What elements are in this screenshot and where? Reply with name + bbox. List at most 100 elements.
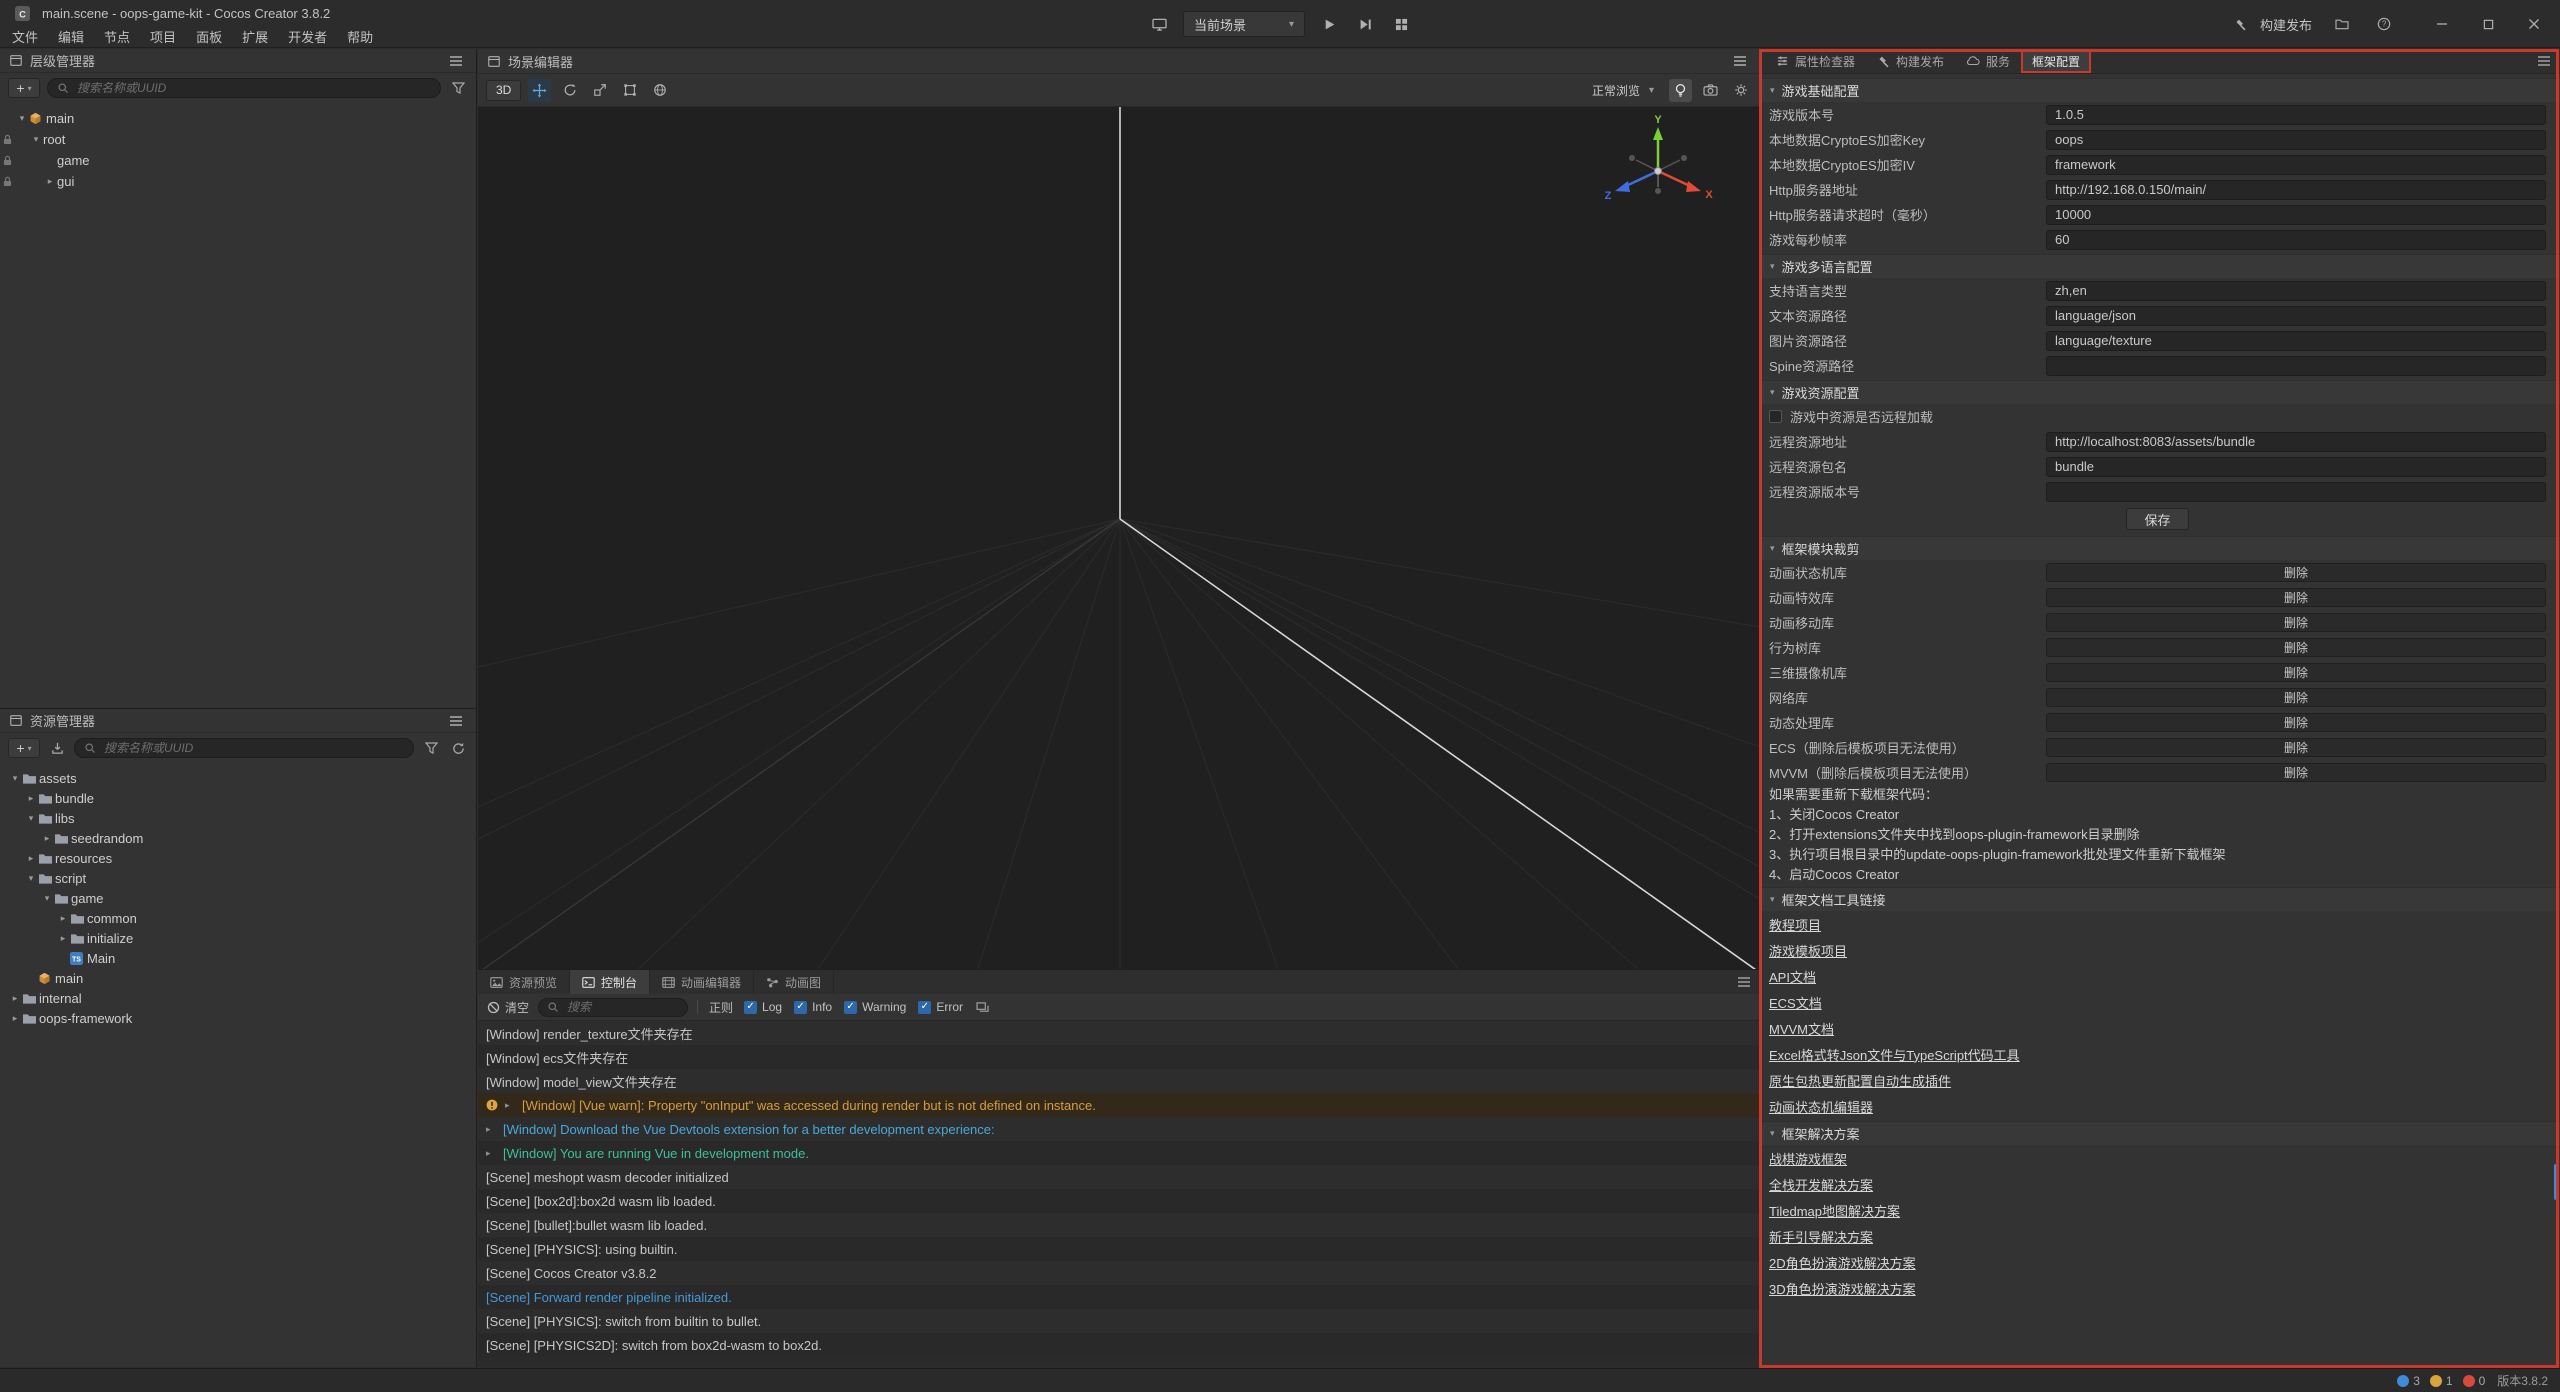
play-button[interactable] [1317, 12, 1341, 36]
console-tab[interactable]: 动画编辑器 [650, 970, 754, 994]
doc-link[interactable]: 3D角色扮演游戏解决方案 [1769, 1279, 1916, 1298]
console-row[interactable]: [Scene] [PHYSICS]: using builtin. [478, 1237, 1760, 1261]
rect-tool-icon[interactable] [618, 79, 641, 102]
expander-arrow[interactable]: ▾ [29, 134, 43, 145]
hierarchy-node[interactable]: ▾root [0, 129, 476, 150]
property-value-input[interactable]: 1.0.5 [2046, 105, 2546, 125]
doc-link[interactable]: MVVM文档 [1769, 1019, 1834, 1038]
doc-link[interactable]: API文档 [1769, 967, 1816, 986]
console-row[interactable]: [Scene] [bullet]:bullet wasm lib loaded. [478, 1213, 1760, 1237]
menu-item[interactable]: 文件 [2, 27, 48, 46]
asset-node[interactable]: ▾assets [0, 768, 476, 788]
panel-menu-icon[interactable] [444, 49, 468, 73]
remote-load-checkbox[interactable] [1769, 410, 1782, 423]
save-button[interactable]: 保存 [2126, 508, 2188, 530]
doc-link[interactable]: Excel格式转Json文件与TypeScript代码工具 [1769, 1045, 2020, 1064]
property-value-input[interactable] [2046, 356, 2546, 376]
inspector-section-header[interactable]: ▾游戏基础配置 [1761, 78, 2560, 102]
expander-arrow[interactable]: ▸ [8, 993, 22, 1004]
expander-arrow[interactable]: ▸ [40, 833, 54, 844]
import-icon[interactable] [47, 738, 67, 758]
project-folder-icon[interactable] [2330, 12, 2354, 36]
regex-toggle[interactable]: 正则 [707, 999, 735, 1016]
property-value-input[interactable]: 60 [2046, 230, 2546, 250]
inspector-tab[interactable]: 构建发布 [1866, 49, 1955, 73]
inspector-section-header[interactable]: ▾框架文档工具链接 [1761, 887, 2560, 911]
status-count-error[interactable]: 0 [2463, 1374, 2486, 1388]
delete-button[interactable]: 删除 [2046, 588, 2546, 607]
clear-console-button[interactable]: 清空 [487, 999, 529, 1016]
asset-node[interactable]: ▾libs [0, 808, 476, 828]
console-row[interactable]: [Scene] Forward render pipeline initiali… [478, 1285, 1760, 1309]
panel-menu-icon[interactable] [1728, 49, 1752, 73]
preview-platform-icon[interactable] [1147, 12, 1171, 36]
light-icon[interactable] [1669, 79, 1692, 102]
console-tab[interactable]: 资源预览 [478, 970, 570, 994]
doc-link[interactable]: 游戏模板项目 [1769, 941, 1847, 960]
refresh-icon[interactable] [448, 738, 468, 758]
hierarchy-node[interactable]: ▸gui [0, 171, 476, 192]
asset-node[interactable]: ▸common [0, 908, 476, 928]
delete-button[interactable]: 删除 [2046, 688, 2546, 707]
console-row[interactable]: [Scene] [PHYSICS2D]: switch from box2d-w… [478, 1333, 1760, 1357]
doc-link[interactable]: 新手引导解决方案 [1769, 1227, 1873, 1246]
property-value-input[interactable]: language/json [2046, 306, 2546, 326]
menu-item[interactable]: 面板 [186, 27, 232, 46]
expander-arrow[interactable]: ▾ [15, 113, 29, 124]
expand-arrow[interactable]: ▸ [486, 1148, 498, 1159]
step-button[interactable] [1353, 12, 1377, 36]
console-search-box[interactable] [538, 998, 688, 1017]
asset-node[interactable]: ▸internal [0, 988, 476, 1008]
property-value-input[interactable]: http://192.168.0.150/main/ [2046, 180, 2546, 200]
console-row[interactable]: [Scene] Cocos Creator v3.8.2 [478, 1261, 1760, 1285]
doc-link[interactable]: 原生包热更新配置自动生成插件 [1769, 1071, 1951, 1090]
doc-link[interactable]: 全栈开发解决方案 [1769, 1175, 1873, 1194]
filter-icon[interactable] [421, 738, 441, 758]
inspector-section-header[interactable]: ▾框架解决方案 [1761, 1121, 2560, 1145]
menu-item[interactable]: 帮助 [337, 27, 383, 46]
hierarchy-node[interactable]: game [0, 150, 476, 171]
menu-item[interactable]: 节点 [94, 27, 140, 46]
delete-button[interactable]: 删除 [2046, 738, 2546, 757]
console-row[interactable]: ▸[Window] You are running Vue in develop… [478, 1141, 1760, 1165]
scrollbar-thumb[interactable] [2554, 1164, 2559, 1200]
collapse-logs-icon[interactable] [972, 997, 992, 1017]
console-search-input[interactable] [565, 999, 679, 1015]
delete-button[interactable]: 删除 [2046, 638, 2546, 657]
minimize-button[interactable] [2430, 12, 2454, 36]
property-value-input[interactable]: oops [2046, 130, 2546, 150]
inspector-section-header[interactable]: ▾框架模块裁剪 [1761, 536, 2560, 560]
console-row[interactable]: ▸[Window] [Vue warn]: Property "onInput"… [478, 1093, 1760, 1117]
property-value-input[interactable]: bundle [2046, 457, 2546, 477]
expander-arrow[interactable]: ▾ [8, 773, 22, 784]
rotate-tool-icon[interactable] [558, 79, 581, 102]
menu-item[interactable]: 扩展 [232, 27, 278, 46]
preview-window-icon[interactable] [1389, 12, 1413, 36]
scale-tool-icon[interactable] [588, 79, 611, 102]
expander-arrow[interactable]: ▸ [56, 933, 70, 944]
delete-button[interactable]: 删除 [2046, 613, 2546, 632]
property-value-input[interactable]: language/texture [2046, 331, 2546, 351]
inspector-tab[interactable]: 属性检查器 [1765, 49, 1866, 73]
expander-arrow[interactable]: ▸ [24, 853, 38, 864]
console-row[interactable]: [Scene] meshopt wasm decoder initialized [478, 1165, 1760, 1189]
console-row[interactable]: [Window] model_view文件夹存在 [478, 1069, 1760, 1093]
filter-icon[interactable] [448, 78, 468, 98]
move-tool-icon[interactable] [528, 79, 551, 102]
delete-button[interactable]: 删除 [2046, 563, 2546, 582]
hierarchy-node[interactable]: ▾main [0, 108, 476, 129]
filter-checkbox[interactable]: ✓Log [744, 1000, 782, 1014]
panel-menu-icon[interactable] [1736, 970, 1760, 994]
inspector-section-header[interactable]: ▾游戏资源配置 [1761, 380, 2560, 404]
doc-link[interactable]: 2D角色扮演游戏解决方案 [1769, 1253, 1916, 1272]
scene-viewport[interactable]: Y X Z [478, 107, 1760, 969]
menu-item[interactable]: 开发者 [278, 27, 337, 46]
property-value-input[interactable]: http://localhost:8083/assets/bundle [2046, 432, 2546, 452]
asset-node[interactable]: TSMain [0, 948, 476, 968]
expander-arrow[interactable]: ▸ [24, 793, 38, 804]
expander-arrow[interactable]: ▸ [43, 176, 57, 187]
asset-node[interactable]: ▸initialize [0, 928, 476, 948]
expander-arrow[interactable]: ▾ [40, 893, 54, 904]
console-tab[interactable]: 控制台 [570, 970, 650, 994]
asset-node[interactable]: main [0, 968, 476, 988]
